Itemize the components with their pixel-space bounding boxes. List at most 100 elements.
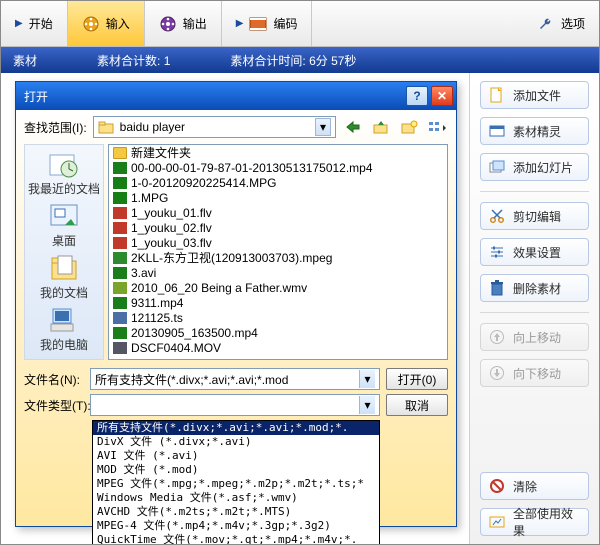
filetype-combo[interactable]: ▾ [90,394,380,416]
wizard-button[interactable]: 素材精灵 [480,117,589,145]
place-label: 我的电脑 [40,336,88,353]
file-row[interactable]: 00-00-00-01-79-87-01-20130513175012.mp4 [109,160,447,175]
material-count: 素材合计数: 1 [97,52,170,69]
views-button[interactable] [426,116,448,138]
tab-label: 输出 [183,15,207,32]
place-mydocs[interactable]: 我的文档 [40,253,88,301]
place-label: 桌面 [52,232,76,249]
places-bar: 我最近的文档 桌面 我的文档 我的电脑 [24,144,104,360]
fx-settings-button[interactable]: 效果设置 [480,238,589,266]
place-label: 我的文档 [40,284,88,301]
file-name: 2010_06_20 Being a Father.wmv [131,281,307,295]
tab-output[interactable]: 输出 [145,1,222,46]
button-label: 全部使用效果 [513,505,580,539]
file-name: 121125.ts [131,311,183,325]
up-one-level-button[interactable] [370,116,392,138]
button-label: 清除 [513,478,537,495]
filename-value: 所有支持文件(*.divx;*.avi;*.avi;*.mod [95,371,359,388]
tab-start[interactable]: ▶ 开始 [1,1,68,46]
button-label: 删除素材 [513,280,561,297]
place-mycomputer[interactable]: 我的电脑 [40,305,88,353]
filetype-option[interactable]: MPEG 文件(*.mpg;*.mpeg;*.m2p;*.m2t;*.ts;* [93,477,379,491]
chevron-down-icon[interactable]: ▾ [359,370,375,388]
close-button[interactable]: ✕ [431,86,453,106]
button-label: 素材精灵 [513,123,561,140]
file-row[interactable]: 1-0-20120920225414.MPG [109,175,447,190]
file-name: 20130905_163500.mp4 [131,326,258,340]
file-name: 00-00-00-01-79-87-01-20130513175012.mp4 [131,161,373,175]
file-name: 1_youku_02.flv [131,221,212,235]
look-in-combo[interactable]: baidu player ▾ [93,116,336,138]
file-row[interactable]: 1_youku_02.flv [109,220,447,235]
apply-all-fx-button[interactable]: 全部使用效果 [480,508,589,536]
wizard-icon [489,123,505,139]
place-recent[interactable]: 我最近的文档 [28,149,100,197]
filetype-option[interactable]: QuickTime 文件(*.mov;*.qt;*.mp4;*.m4v;*. [93,533,379,545]
tab-label: 开始 [29,15,53,32]
help-button[interactable]: ? [406,86,428,106]
flv-file-icon [113,237,127,249]
file-name: 新建文件夹 [131,144,191,161]
play-icon: ▶ [15,18,23,29]
add-file-button[interactable]: 添加文件 [480,81,589,109]
mpg-file-icon [113,177,127,189]
move-down-button[interactable]: 向下移动 [480,359,589,387]
file-row[interactable]: 新建文件夹 [109,145,447,160]
file-row[interactable]: 2010_06_20 Being a Father.wmv [109,280,447,295]
flv-file-icon [113,207,127,219]
top-tabs: ▶ 开始 输入 输出 ▶ 编码 选项 [1,1,599,47]
move-up-button[interactable]: 向上移动 [480,323,589,351]
tab-input[interactable]: 输入 [68,1,145,46]
file-row[interactable]: 3.avi [109,265,447,280]
filetype-option[interactable]: Windows Media 文件(*.asf;*.wmv) [93,491,379,505]
filetype-dropdown[interactable]: 所有支持文件(*.divx;*.avi;*.avi;*.mod;*.DivX 文… [92,420,380,545]
scissors-icon [489,208,505,224]
filetype-option[interactable]: MPEG-4 文件(*.mp4;*.m4v;*.3gp;*.3g2) [93,519,379,533]
filetype-label: 文件类型(T): [24,397,84,414]
file-list[interactable]: 新建文件夹00-00-00-01-79-87-01-20130513175012… [108,144,448,360]
file-row[interactable]: 20130905_163500.mp4 [109,325,447,340]
clear-button[interactable]: 清除 [480,472,589,500]
place-label: 我最近的文档 [28,180,100,197]
tab-encode[interactable]: ▶ 编码 [222,1,313,46]
file-row[interactable]: 2KLL-东方卫视(120913003703).mpeg [109,250,447,265]
filename-combo[interactable]: 所有支持文件(*.divx;*.avi;*.avi;*.mod ▾ [90,368,380,390]
chevron-down-icon[interactable]: ▾ [315,118,331,136]
open-button[interactable]: 打开(0) [386,368,448,390]
file-plus-icon [489,87,505,103]
file-name: 9311.mp4 [131,296,183,310]
file-row[interactable]: 1.MPG [109,190,447,205]
chevron-down-icon[interactable]: ▾ [359,396,375,414]
mpeg-file-icon [113,252,127,264]
place-desktop[interactable]: 桌面 [47,201,81,249]
button-label: 剪切编辑 [513,208,561,225]
tab-options[interactable]: 选项 [523,1,599,46]
mydocs-icon [47,253,81,283]
new-folder-button[interactable] [398,116,420,138]
add-slide-button[interactable]: 添加幻灯片 [480,153,589,181]
folder-new-icon [400,119,418,135]
open-dialog: 打开 ? ✕ 查找范围(I): baidu player ▾ [15,81,457,527]
filetype-option[interactable]: AVCHD 文件(*.m2ts;*.m2t;*.MTS) [93,505,379,519]
file-row[interactable]: 9311.mp4 [109,295,447,310]
file-row[interactable]: DSCF0404.MOV [109,340,447,355]
filetype-option[interactable]: MOD 文件 (*.mod) [93,463,379,477]
folder-file-icon [113,147,127,159]
delete-material-button[interactable]: 删除素材 [480,274,589,302]
play-icon: ▶ [236,18,244,29]
filetype-option[interactable]: AVI 文件 (*.avi) [93,449,379,463]
cut-edit-button[interactable]: 剪切编辑 [480,202,589,230]
file-row[interactable]: 121125.ts [109,310,447,325]
help-icon: ? [413,89,420,103]
file-row[interactable]: 1_youku_01.flv [109,205,447,220]
mpg-file-icon [113,192,127,204]
tab-label: 编码 [273,15,297,32]
back-button[interactable] [342,116,364,138]
filetype-option[interactable]: DivX 文件 (*.divx;*.avi) [93,435,379,449]
file-name: 1_youku_03.flv [131,236,212,250]
file-row[interactable]: 1_youku_03.flv [109,235,447,250]
filetype-option[interactable]: 所有支持文件(*.divx;*.avi;*.avi;*.mod;*. [93,421,379,435]
dialog-titlebar[interactable]: 打开 ? ✕ [16,82,456,110]
cancel-button[interactable]: 取消 [386,394,448,416]
material-infobar: 素材 素材合计数: 1 素材合计时间: 6分 57秒 [1,47,599,73]
